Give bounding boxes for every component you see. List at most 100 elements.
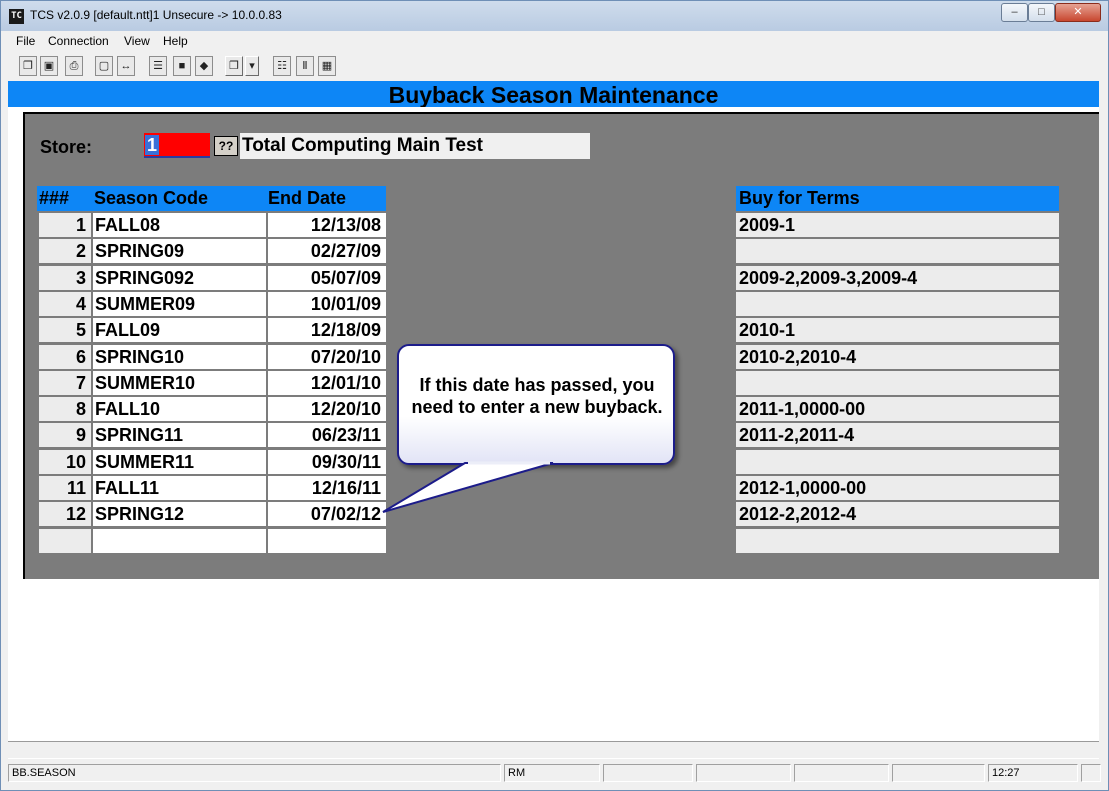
minimize-button[interactable]: –	[1001, 3, 1028, 22]
row-number: 2	[37, 239, 91, 263]
menu-view[interactable]: View	[124, 34, 150, 48]
column-header-end-date: End Date	[266, 186, 386, 211]
book-icon[interactable]: ◆	[195, 56, 213, 76]
buy-for-terms-field[interactable]	[736, 529, 1059, 553]
buy-for-terms-field[interactable]: 2011-2,2011-4	[736, 423, 1059, 447]
menu-connection[interactable]: Connection	[48, 34, 109, 48]
season-code-field[interactable]: FALL11	[91, 476, 266, 500]
end-date-field[interactable]: 06/23/11	[266, 423, 386, 447]
status-panel-3	[603, 764, 693, 782]
connect-icon[interactable]: ↔	[117, 56, 135, 76]
row-number: 11	[37, 476, 91, 500]
season-code-field[interactable]: FALL09	[91, 318, 266, 342]
status-screen-name: BB.SEASON	[8, 764, 501, 782]
menu-help[interactable]: Help	[163, 34, 188, 48]
calculator-icon[interactable]: ▦	[318, 56, 336, 76]
store-label: Store:	[40, 137, 93, 157]
end-date-field[interactable]: 12/13/08	[266, 213, 386, 237]
end-date-field[interactable]: 07/20/10	[266, 345, 386, 369]
season-code-field[interactable]: SPRING12	[91, 502, 266, 526]
menu-bar: File Connection View Help	[9, 32, 1100, 50]
properties-icon[interactable]: ☰	[149, 56, 167, 76]
store-lookup-button[interactable]: ??	[214, 136, 238, 156]
command-line[interactable]	[8, 741, 1099, 759]
buy-for-terms-field[interactable]: 2009-2,2009-3,2009-4	[736, 266, 1059, 290]
buy-for-terms-field[interactable]	[736, 239, 1059, 263]
buy-for-terms-field[interactable]	[736, 450, 1059, 474]
dropdown-arrow-icon[interactable]: ▾	[245, 56, 259, 76]
buy-for-terms-field[interactable]	[736, 371, 1059, 395]
save-icon[interactable]: ▣	[40, 56, 58, 76]
row-number: 9	[37, 423, 91, 447]
status-time: 12:27	[988, 764, 1078, 782]
season-code-field[interactable]: SUMMER09	[91, 292, 266, 316]
row-number: 6	[37, 345, 91, 369]
buy-for-terms-field[interactable]: 2012-2,2012-4	[736, 502, 1059, 526]
window-menu-icon[interactable]: ❐	[225, 56, 243, 76]
end-date-field[interactable]: 10/01/09	[266, 292, 386, 316]
status-panel-5	[794, 764, 889, 782]
season-code-field[interactable]: SPRING09	[91, 239, 266, 263]
end-date-field[interactable]: 09/30/11	[266, 450, 386, 474]
callout-note: If this date has passed, you need to ent…	[397, 344, 675, 465]
status-panel-4	[696, 764, 791, 782]
lock-icon[interactable]: ▢	[95, 56, 113, 76]
season-code-field[interactable]: SUMMER11	[91, 450, 266, 474]
season-code-field[interactable]: FALL10	[91, 397, 266, 421]
row-number	[37, 529, 91, 553]
season-code-field[interactable]: SUMMER10	[91, 371, 266, 395]
column-header-season-code: Season Code	[91, 186, 266, 211]
close-button[interactable]: ✕	[1055, 3, 1101, 22]
row-number: 8	[37, 397, 91, 421]
buy-for-terms-field[interactable]: 2009-1	[736, 213, 1059, 237]
store-field[interactable]: 1	[144, 133, 210, 158]
end-date-field[interactable]: 05/07/09	[266, 266, 386, 290]
menu-file[interactable]: File	[16, 34, 35, 48]
end-date-field[interactable]: 02/27/09	[266, 239, 386, 263]
row-number: 3	[37, 266, 91, 290]
window-title: TCS v2.0.9 [default.ntt]1 Unsecure -> 10…	[30, 8, 282, 22]
row-number: 4	[37, 292, 91, 316]
season-code-field[interactable]	[91, 529, 266, 553]
toolbar: ❐ ▣ ⎙ ▢ ↔ ☰ ■ ◆ ❐ ▾ ☷ Ⅱ ▦	[9, 52, 1100, 80]
row-number: 1	[37, 213, 91, 237]
status-mode: RM	[504, 764, 600, 782]
print-icon[interactable]: ⎙	[65, 56, 83, 76]
end-date-field[interactable]: 12/20/10	[266, 397, 386, 421]
end-date-field[interactable]	[266, 529, 386, 553]
copy-icon[interactable]: ❐	[19, 56, 37, 76]
status-panel-6	[892, 764, 985, 782]
column-header-number: ###	[37, 186, 91, 211]
chart-icon[interactable]: Ⅱ	[296, 56, 314, 76]
column-header-buy-for-terms: Buy for Terms	[736, 186, 1059, 211]
buy-for-terms-field[interactable]: 2010-1	[736, 318, 1059, 342]
network-icon[interactable]: ☷	[273, 56, 291, 76]
app-icon: TC	[9, 9, 24, 24]
buy-for-terms-field[interactable]: 2010-2,2010-4	[736, 345, 1059, 369]
buy-for-terms-field[interactable]: 2012-1,0000-00	[736, 476, 1059, 500]
end-date-field[interactable]: 12/01/10	[266, 371, 386, 395]
end-date-field[interactable]: 07/02/12	[266, 502, 386, 526]
store-name: Total Computing Main Test	[240, 133, 590, 159]
season-code-field[interactable]: SPRING092	[91, 266, 266, 290]
buy-for-terms-field[interactable]	[736, 292, 1059, 316]
row-number: 7	[37, 371, 91, 395]
season-code-field[interactable]: SPRING10	[91, 345, 266, 369]
callout-text: If this date has passed, you need to ent…	[411, 375, 663, 417]
row-number: 10	[37, 450, 91, 474]
screen-header: Buyback Season Maintenance	[8, 81, 1099, 108]
store-field-value[interactable]: 1	[145, 135, 160, 155]
buy-for-terms-field[interactable]: 2011-1,0000-00	[736, 397, 1059, 421]
end-date-field[interactable]: 12/18/09	[266, 318, 386, 342]
resize-grip-icon[interactable]	[1081, 764, 1101, 782]
season-code-field[interactable]: FALL08	[91, 213, 266, 237]
end-date-field[interactable]: 12/16/11	[266, 476, 386, 500]
row-number: 5	[37, 318, 91, 342]
monitor-icon[interactable]: ■	[173, 56, 191, 76]
row-number: 12	[37, 502, 91, 526]
status-bar: BB.SEASON RM 12:27	[8, 764, 1103, 783]
season-code-field[interactable]: SPRING11	[91, 423, 266, 447]
title-bar[interactable]: TC TCS v2.0.9 [default.ntt]1 Unsecure ->…	[1, 1, 1108, 31]
page-title: Buyback Season Maintenance	[388, 82, 719, 108]
maximize-button[interactable]: □	[1028, 3, 1055, 22]
